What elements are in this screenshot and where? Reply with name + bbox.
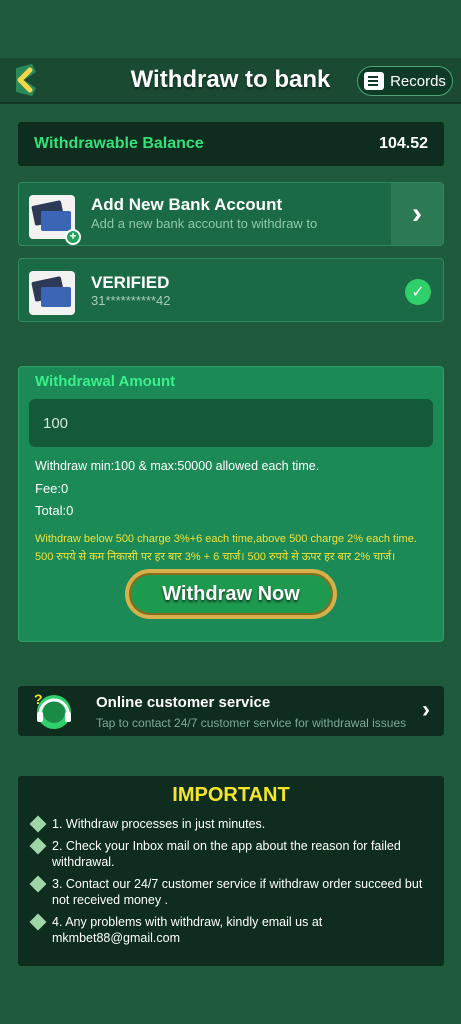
- diamond-bullet-icon: [29, 837, 47, 855]
- withdraw-limit-text: Withdraw min:100 & max:50000 allowed eac…: [35, 459, 320, 473]
- add-bank-title: Add New Bank Account: [91, 195, 283, 214]
- records-label: Records: [390, 72, 446, 90]
- customer-service-subtitle: Tap to contact 24/7 customer service for…: [96, 716, 407, 730]
- records-button[interactable]: Records: [357, 66, 453, 96]
- headset-icon: ?: [34, 691, 71, 729]
- diamond-bullet-icon: [29, 875, 47, 893]
- total-text: Total:0: [35, 503, 74, 518]
- withdraw-now-button[interactable]: Withdraw Now: [125, 569, 337, 619]
- important-notice: IMPORTANT 1. Withdraw processes in just …: [18, 776, 444, 966]
- diamond-bullet-icon: [29, 815, 47, 833]
- svg-text:?: ?: [34, 691, 43, 707]
- balance-value: 104.52: [379, 135, 428, 152]
- diamond-bullet-icon: [29, 913, 47, 931]
- checkmark-icon: ✓: [405, 279, 431, 305]
- list-item: 1. Withdraw processes in just minutes.: [29, 815, 434, 833]
- bank-card-icon: +: [29, 195, 81, 245]
- customer-service-title: Online customer service: [96, 694, 271, 711]
- plus-icon: +: [65, 229, 81, 245]
- add-bank-subtitle: Add a new bank account to withdraw to: [91, 216, 318, 231]
- withdraw-panel: Withdrawal Amount 100 Withdraw min:100 &…: [18, 366, 444, 642]
- bank-card-icon: [29, 271, 75, 315]
- chevron-right-icon[interactable]: ›: [391, 183, 443, 245]
- amount-input[interactable]: 100: [29, 399, 433, 447]
- balance-label: Withdrawable Balance: [34, 135, 204, 152]
- bank-account-number: 31**********42: [91, 293, 171, 308]
- list-item: 4. Any problems with withdraw, kindly em…: [29, 913, 434, 946]
- customer-service-button[interactable]: ? Online customer service Tap to contact…: [18, 686, 444, 736]
- records-icon: [364, 72, 385, 90]
- fee-text: Fee:0: [35, 481, 69, 496]
- important-heading: IMPORTANT: [172, 784, 290, 806]
- chevron-right-icon: ›: [422, 696, 430, 723]
- withdraw-amount-heading: Withdrawal Amount: [35, 373, 176, 390]
- charge-warning-english: Withdraw below 500 charge 3%+6 each time…: [35, 533, 417, 545]
- charge-warning-hindi: 500 रुपये से कम निकासी पर हर बार 3% + 6 …: [35, 551, 396, 563]
- list-item: 2. Check your Inbox mail on the app abou…: [29, 837, 434, 870]
- balance-panel: Withdrawable Balance 104.52: [18, 122, 444, 166]
- add-bank-account-button[interactable]: + Add New Bank Account Add a new bank ac…: [18, 182, 444, 246]
- verified-status: VERIFIED: [91, 273, 170, 292]
- verified-bank-account[interactable]: VERIFIED 31**********42 ✓: [18, 258, 444, 322]
- list-item: 3. Contact our 24/7 customer service if …: [29, 875, 434, 908]
- important-list: 1. Withdraw processes in just minutes. 2…: [29, 810, 434, 946]
